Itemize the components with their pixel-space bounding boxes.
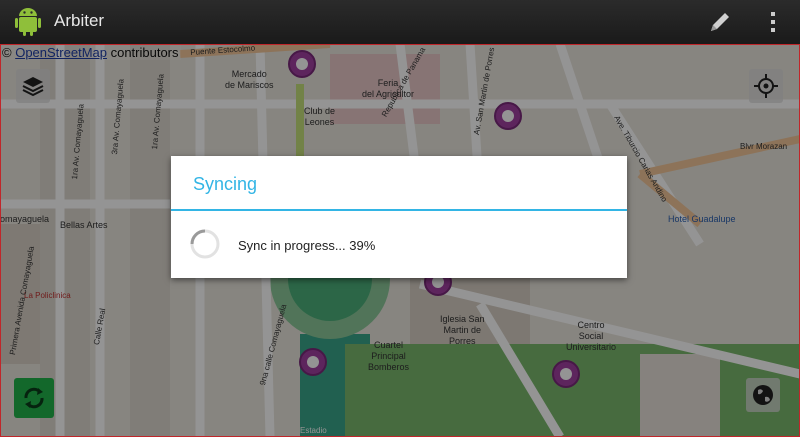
sync-dialog: Syncing Sync in progress... 39% [171,156,627,278]
action-bar: Arbiter [0,0,800,45]
overflow-menu-icon[interactable] [768,10,778,34]
app-title: Arbiter [54,11,105,30]
progress-spinner-icon [190,229,220,259]
android-app-icon[interactable] [12,5,44,37]
pencil-icon[interactable] [706,8,734,36]
dialog-message: Sync in progress... 39% [238,238,376,253]
dialog-title: Syncing [193,174,258,194]
dialog-divider [171,209,627,211]
